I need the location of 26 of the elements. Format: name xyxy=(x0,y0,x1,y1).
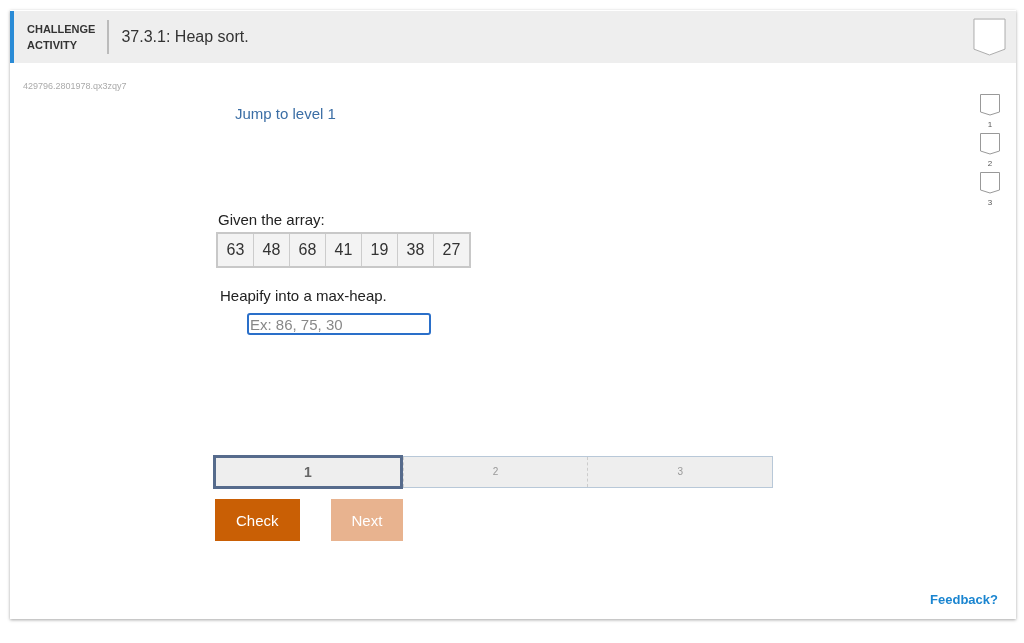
prompt-text: Given the array: xyxy=(218,211,325,228)
level-badge-icon xyxy=(980,172,1000,194)
level-tab[interactable]: 1 xyxy=(213,455,403,489)
completion-badge-icon xyxy=(973,17,1006,57)
activity-title: 37.3.1: Heap sort. xyxy=(121,28,250,46)
activity-label: CHALLENGE ACTIVITY xyxy=(27,22,96,53)
array-cell: 27 xyxy=(433,234,469,266)
level-number: 1 xyxy=(987,120,993,129)
feedback-link[interactable]: Feedback? xyxy=(930,592,998,607)
array-cell: 19 xyxy=(361,234,397,266)
level-tab[interactable]: 3 xyxy=(587,457,772,487)
action-button[interactable]: Check xyxy=(215,499,300,541)
answer-field[interactable]: Ex: 86, 75, 30 xyxy=(247,313,431,335)
activity-id: 429796.2801978.qx3zqy7 xyxy=(23,81,128,91)
level-badge-icon xyxy=(980,94,1000,116)
array-cell: 41 xyxy=(325,234,361,266)
array-cell: 38 xyxy=(397,234,433,266)
instruction-text: Heapify into a max-heap. xyxy=(220,287,387,304)
level-tab[interactable]: 2 xyxy=(402,457,588,487)
array-cell: 68 xyxy=(289,234,325,266)
array-cell: 48 xyxy=(253,234,289,266)
level-badge-icon xyxy=(980,133,1000,155)
jump-link[interactable]: Jump to level 1 xyxy=(235,105,336,122)
array-cell: 63 xyxy=(218,234,253,266)
level-number: 3 xyxy=(987,198,993,207)
level-number: 2 xyxy=(987,159,993,168)
